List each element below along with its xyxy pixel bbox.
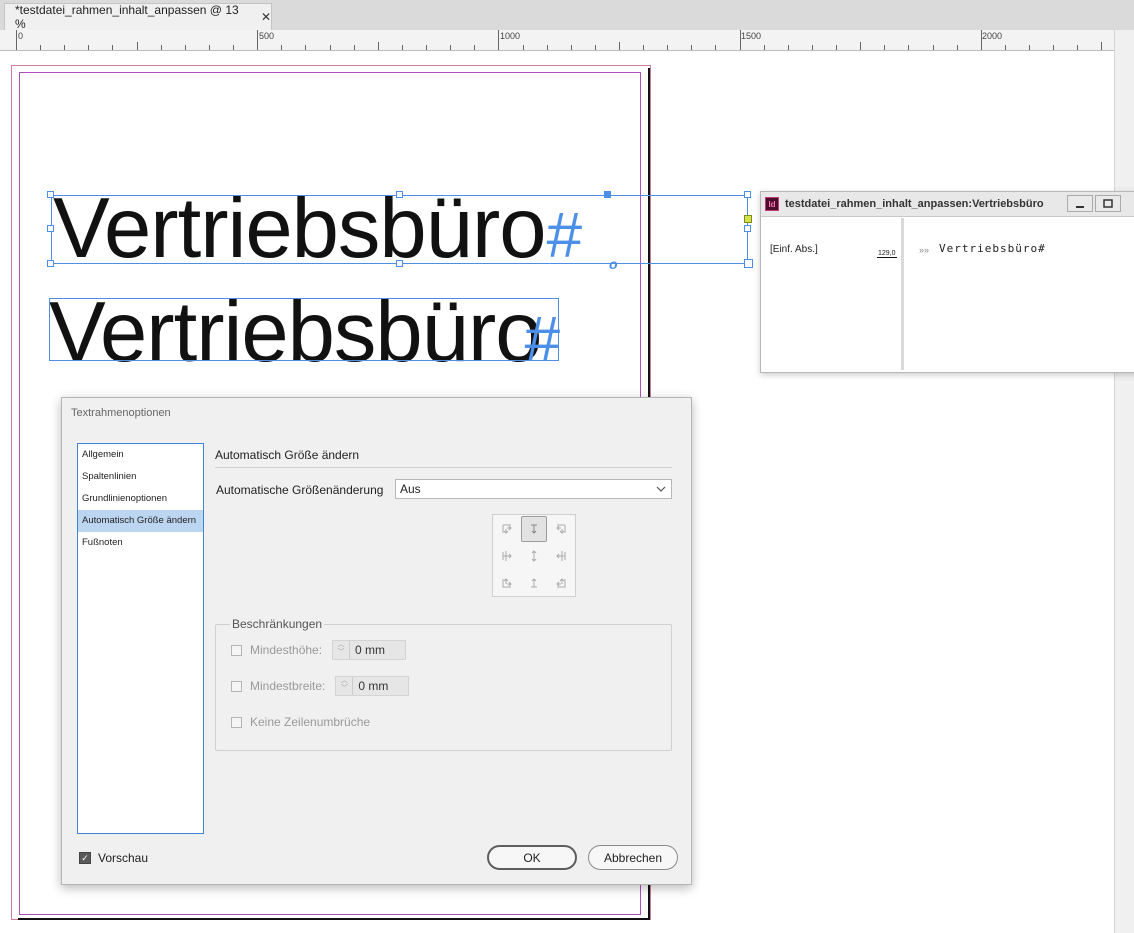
vertical-scrollbar[interactable] <box>1114 30 1134 933</box>
anchor-bottom-left-icon[interactable] <box>494 570 520 596</box>
chevron-down-icon <box>656 480 666 505</box>
story-text[interactable]: Vertriebsbüro# <box>939 242 1046 255</box>
story-editor-body[interactable]: [Einf. Abs.] 129,0 »» Vertriebsbüro# <box>761 216 1134 372</box>
ruler-label-1500: 1500 <box>741 31 762 41</box>
ruler-label-0: 0 <box>18 31 24 41</box>
anchor-middle-left-icon[interactable] <box>494 543 520 569</box>
anchor-bottom-center-icon[interactable] <box>521 570 547 596</box>
text-frame-options-dialog[interactable]: Textrahmenoptionen Allgemein Spaltenlini… <box>61 397 692 885</box>
min-height-value: 0 mm <box>355 643 386 657</box>
no-line-breaks-label: Keine Zeilenumbrüche <box>250 715 371 729</box>
document-tab[interactable]: *testdatei_rahmen_inhalt_anpassen @ 13 %… <box>4 3 272 31</box>
story-info-column: [Einf. Abs.] 129,0 <box>763 218 904 370</box>
no-line-breaks-checkbox[interactable] <box>231 716 242 728</box>
panel-divider <box>215 467 672 468</box>
maximize-button[interactable] <box>1095 195 1121 212</box>
frame-out-port[interactable] <box>744 215 752 223</box>
story-start-marker: »» <box>919 245 930 255</box>
frame-center-point[interactable] <box>604 191 611 198</box>
depth-ruler-value: 129,0 <box>877 250 897 258</box>
anchor-top-left-icon[interactable] <box>494 516 520 542</box>
ruler-ticks <box>16 30 1102 50</box>
auto-resize-value: Aus <box>400 482 421 496</box>
ok-button[interactable]: OK <box>487 845 577 870</box>
text-frame-2-bounds[interactable] <box>49 298 559 361</box>
preview-checkbox[interactable]: ✓ <box>79 852 91 864</box>
close-tab-icon[interactable]: ✕ <box>261 10 271 24</box>
constraints-group: Beschränkungen Mindesthöhe: ︿ ﹀ 0 mm Mind… <box>215 617 672 751</box>
document-tab-title: *testdatei_rahmen_inhalt_anpassen @ 13 % <box>15 3 239 31</box>
cancel-button[interactable]: Abbrechen <box>588 845 678 870</box>
min-width-checkbox[interactable] <box>231 680 242 692</box>
stepper-arrows-icon[interactable]: ︿ ﹀ <box>333 641 351 659</box>
story-editor-title: testdatei_rahmen_inhalt_anpassen:Vertrie… <box>785 198 1044 210</box>
nav-item-column-rules[interactable]: Spaltenlinien <box>78 466 203 488</box>
min-height-stepper[interactable]: ︿ ﹀ 0 mm <box>332 640 407 660</box>
ruler-label-1000: 1000 <box>500 31 521 41</box>
reference-point-grid[interactable] <box>492 514 576 597</box>
frame-handle-bottom-right[interactable] <box>744 259 753 268</box>
auto-resize-select[interactable]: Aus <box>395 479 672 499</box>
nav-item-footnotes[interactable]: Fußnoten <box>78 532 203 554</box>
frame-handle-middle-left[interactable] <box>47 225 54 232</box>
frame-handle-top-left[interactable] <box>47 191 54 198</box>
maximize-icon <box>1103 198 1113 208</box>
anchor-middle-right-icon[interactable] <box>548 543 574 569</box>
anchor-center-icon[interactable] <box>521 543 547 569</box>
story-editor-window[interactable]: Id testdatei_rahmen_inhalt_anpassen:Vert… <box>760 191 1134 373</box>
minimize-button[interactable] <box>1067 195 1093 212</box>
anchor-bottom-right-icon[interactable] <box>548 570 574 596</box>
text-frame-1-bounds[interactable] <box>51 195 748 264</box>
min-width-label: Mindestbreite: <box>250 679 326 693</box>
frame-content-indicator: o <box>609 256 618 272</box>
anchor-top-right-icon[interactable] <box>548 516 574 542</box>
min-width-row: Mindestbreite: ︿ ﹀ 0 mm <box>231 676 410 696</box>
dialog-title: Textrahmenoptionen <box>71 407 171 419</box>
ruler-label-500: 500 <box>259 31 275 41</box>
frame-handle-top-right[interactable] <box>744 191 751 198</box>
min-height-label: Mindesthöhe: <box>250 643 323 657</box>
min-height-checkbox[interactable] <box>231 644 242 656</box>
auto-resize-label: Automatische Größenänderung <box>216 483 384 497</box>
indesign-app-icon: Id <box>765 197 779 211</box>
frame-handle-bottom-left[interactable] <box>47 260 54 267</box>
preview-toggle[interactable]: ✓ Vorschau <box>79 851 148 865</box>
nav-item-auto-size[interactable]: Automatisch Größe ändern <box>78 510 203 532</box>
dialog-category-list[interactable]: Allgemein Spaltenlinien Grundlinienoptio… <box>77 443 204 834</box>
horizontal-ruler[interactable]: 0 500 1000 1500 2000 <box>0 30 1114 51</box>
min-width-value: 0 mm <box>358 679 389 693</box>
preview-label: Vorschau <box>98 851 149 865</box>
panel-heading: Automatisch Größe ändern <box>215 448 360 462</box>
frame-handle-top-center[interactable] <box>396 191 403 198</box>
frame-handle-middle-right[interactable] <box>744 225 751 232</box>
nav-item-general[interactable]: Allgemein <box>78 444 203 466</box>
constraints-legend: Beschränkungen <box>230 617 325 631</box>
minimize-icon <box>1076 205 1084 208</box>
stepper-arrows-icon[interactable]: ︿ ﹀ <box>336 677 354 695</box>
min-width-stepper[interactable]: ︿ ﹀ 0 mm <box>335 676 410 696</box>
paragraph-style-name: [Einf. Abs.] <box>770 244 818 255</box>
no-line-breaks-row: Keine Zeilenumbrüche <box>231 712 370 732</box>
document-tab-bar: *testdatei_rahmen_inhalt_anpassen @ 13 %… <box>0 0 1134 31</box>
frame-handle-bottom-center[interactable] <box>396 260 403 267</box>
nav-item-baseline-options[interactable]: Grundlinienoptionen <box>78 488 203 510</box>
ruler-label-2000: 2000 <box>982 31 1003 41</box>
story-editor-titlebar[interactable]: Id testdatei_rahmen_inhalt_anpassen:Vert… <box>761 192 1134 217</box>
anchor-top-center-icon[interactable] <box>521 516 547 542</box>
min-height-row: Mindesthöhe: ︿ ﹀ 0 mm <box>231 640 407 660</box>
